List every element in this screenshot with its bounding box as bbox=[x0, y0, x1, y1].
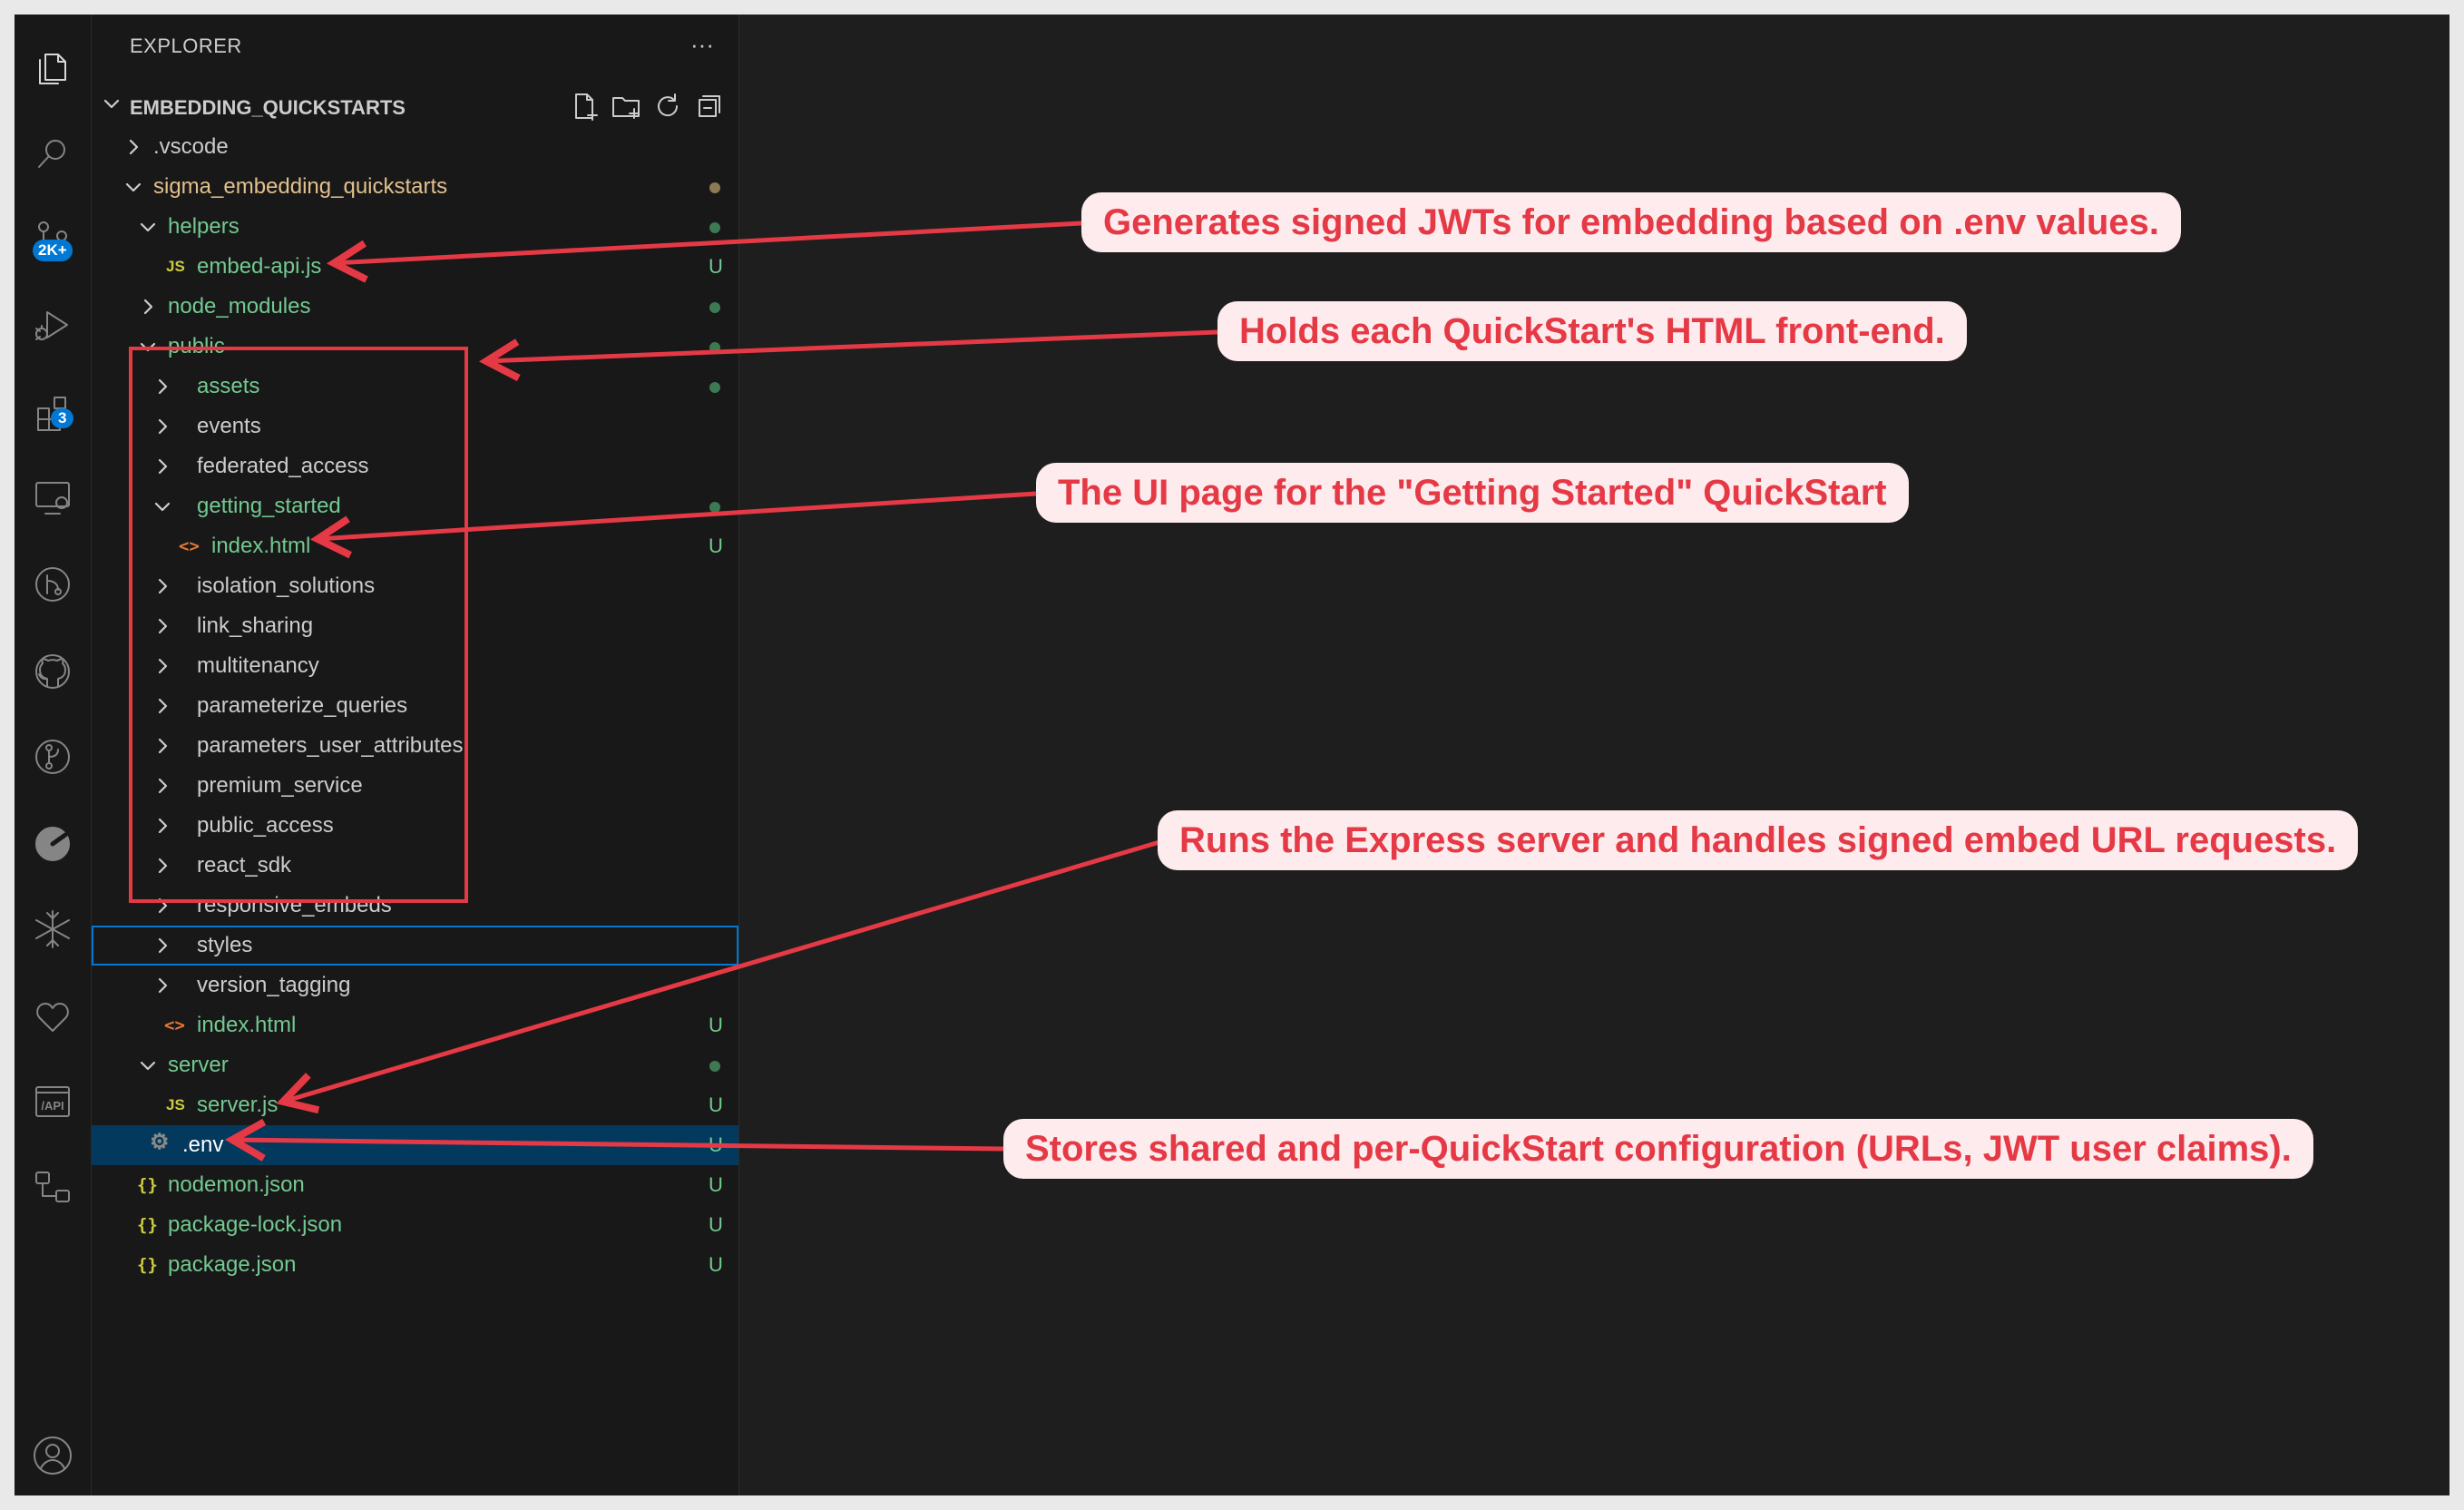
tree-item-label: package-lock.json bbox=[168, 1212, 343, 1237]
modified-dot bbox=[709, 342, 720, 353]
untracked-status: U bbox=[709, 1253, 723, 1276]
tree-item-label: .vscode bbox=[153, 134, 229, 159]
tree-item-label: nodemon.json bbox=[168, 1172, 305, 1197]
modified-dot bbox=[709, 182, 720, 193]
modified-dot bbox=[709, 302, 720, 313]
tree-item-label: styles bbox=[197, 933, 253, 957]
tree-item-label: server.js bbox=[197, 1093, 279, 1117]
remote-explorer-icon[interactable] bbox=[27, 472, 78, 523]
modified-dot bbox=[709, 1061, 720, 1072]
tree-item-vscode[interactable]: .vscode bbox=[92, 127, 738, 167]
untracked-status: U bbox=[709, 1213, 723, 1236]
public-folders-highlight-box bbox=[129, 347, 468, 903]
javascript-file-icon: JS bbox=[166, 1096, 185, 1113]
explorer-title: EXPLORER bbox=[130, 34, 242, 57]
pull-requests-icon[interactable] bbox=[27, 731, 78, 782]
annotation-server: Runs the Express server and handles sign… bbox=[1158, 810, 2359, 870]
tree-item-embed-api-js[interactable]: JS embed-api.js U bbox=[92, 247, 738, 287]
modified-dot bbox=[709, 382, 720, 393]
connections-icon[interactable] bbox=[27, 1162, 78, 1212]
tree-item-label: node_modules bbox=[168, 294, 311, 319]
extensions-badge: 3 bbox=[51, 408, 74, 428]
explorer-icon[interactable] bbox=[27, 42, 78, 93]
github-icon[interactable] bbox=[27, 646, 78, 697]
chevron-right-icon bbox=[152, 975, 173, 996]
annotation-getting-started: The UI page for the "Getting Started" Qu… bbox=[1036, 463, 1909, 523]
tree-item-styles[interactable]: styles bbox=[92, 926, 738, 966]
tree-item-label: .env bbox=[182, 1132, 224, 1157]
scm-badge: 2K+ bbox=[33, 240, 73, 261]
chevron-down-icon bbox=[137, 1054, 159, 1076]
tree-item-server[interactable]: server bbox=[92, 1045, 738, 1085]
tree-item-server-js[interactable]: JS server.js U bbox=[92, 1085, 738, 1125]
tree-item-package-lock-json[interactable]: {} package-lock.json U bbox=[92, 1205, 738, 1245]
chevron-down-icon bbox=[122, 176, 144, 198]
annotation-embed-api: Generates signed JWTs for embedding base… bbox=[1081, 192, 2182, 252]
snowflake-icon[interactable] bbox=[27, 904, 78, 955]
untracked-status: U bbox=[709, 255, 723, 278]
html-file-icon: <> bbox=[164, 1015, 185, 1035]
tree-item-nodemon-json[interactable]: {} nodemon.json U bbox=[92, 1165, 738, 1205]
untracked-status: U bbox=[709, 534, 723, 557]
untracked-status: U bbox=[709, 1173, 723, 1196]
tree-item-label: sigma_embedding_quickstarts bbox=[153, 174, 448, 199]
account-icon[interactable] bbox=[27, 1430, 78, 1481]
annotation-public: Holds each QuickStart's HTML front-end. bbox=[1217, 301, 1967, 361]
new-folder-icon[interactable] bbox=[611, 91, 641, 122]
gitlens-icon[interactable] bbox=[27, 559, 78, 610]
analytics-icon[interactable] bbox=[27, 819, 78, 869]
chevron-down-icon bbox=[137, 216, 159, 238]
tree-item-label: package.json bbox=[168, 1252, 297, 1277]
svg-text:/API: /API bbox=[41, 1099, 64, 1113]
javascript-file-icon: JS bbox=[166, 258, 185, 275]
modified-dot bbox=[709, 222, 720, 233]
tree-item-label: helpers bbox=[168, 214, 240, 239]
json-file-icon: {} bbox=[137, 1255, 158, 1275]
tree-item-public-index-html[interactable]: <> index.html U bbox=[92, 1005, 738, 1045]
json-file-icon: {} bbox=[137, 1175, 158, 1195]
chevron-down-icon bbox=[101, 93, 122, 114]
tree-item-env[interactable]: ⚙ .env U bbox=[92, 1125, 738, 1165]
search-icon[interactable] bbox=[27, 129, 78, 180]
chevron-right-icon bbox=[137, 296, 159, 318]
workspace-header[interactable]: EMBEDDING_QUICKSTARTS bbox=[92, 87, 738, 127]
untracked-status: U bbox=[709, 1133, 723, 1156]
tree-item-label: embed-api.js bbox=[197, 254, 322, 279]
untracked-status: U bbox=[709, 1093, 723, 1116]
more-actions-button[interactable]: ··· bbox=[690, 31, 714, 59]
gear-icon: ⚙ bbox=[150, 1130, 170, 1154]
tree-item-label: version_tagging bbox=[197, 973, 351, 997]
json-file-icon: {} bbox=[137, 1215, 158, 1235]
chevron-right-icon bbox=[122, 136, 144, 158]
api-icon[interactable]: /API bbox=[27, 1076, 78, 1127]
workspace-name: EMBEDDING_QUICKSTARTS bbox=[130, 96, 406, 119]
chevron-right-icon bbox=[152, 935, 173, 956]
untracked-status: U bbox=[709, 1014, 723, 1036]
tree-item-label: index.html bbox=[197, 1013, 297, 1037]
tree-item-version-tagging[interactable]: version_tagging bbox=[92, 966, 738, 1005]
activity-bar: 2K+ 3 /API bbox=[15, 15, 92, 1495]
tree-item-helpers[interactable]: helpers bbox=[92, 207, 738, 247]
modified-dot bbox=[709, 502, 720, 513]
tree-item-sigma-embedding-quickstarts[interactable]: sigma_embedding_quickstarts bbox=[92, 167, 738, 207]
refresh-icon[interactable] bbox=[652, 91, 683, 122]
tree-item-node-modules[interactable]: node_modules bbox=[92, 287, 738, 327]
tree-item-label: server bbox=[168, 1053, 229, 1077]
run-debug-icon[interactable] bbox=[27, 299, 78, 350]
tree-item-package-json[interactable]: {} package.json U bbox=[92, 1245, 738, 1285]
collapse-all-icon[interactable] bbox=[694, 91, 725, 122]
annotation-env: Stores shared and per-QuickStart configu… bbox=[1003, 1119, 2313, 1179]
heart-icon[interactable] bbox=[27, 991, 78, 1042]
new-file-icon[interactable] bbox=[569, 91, 600, 122]
